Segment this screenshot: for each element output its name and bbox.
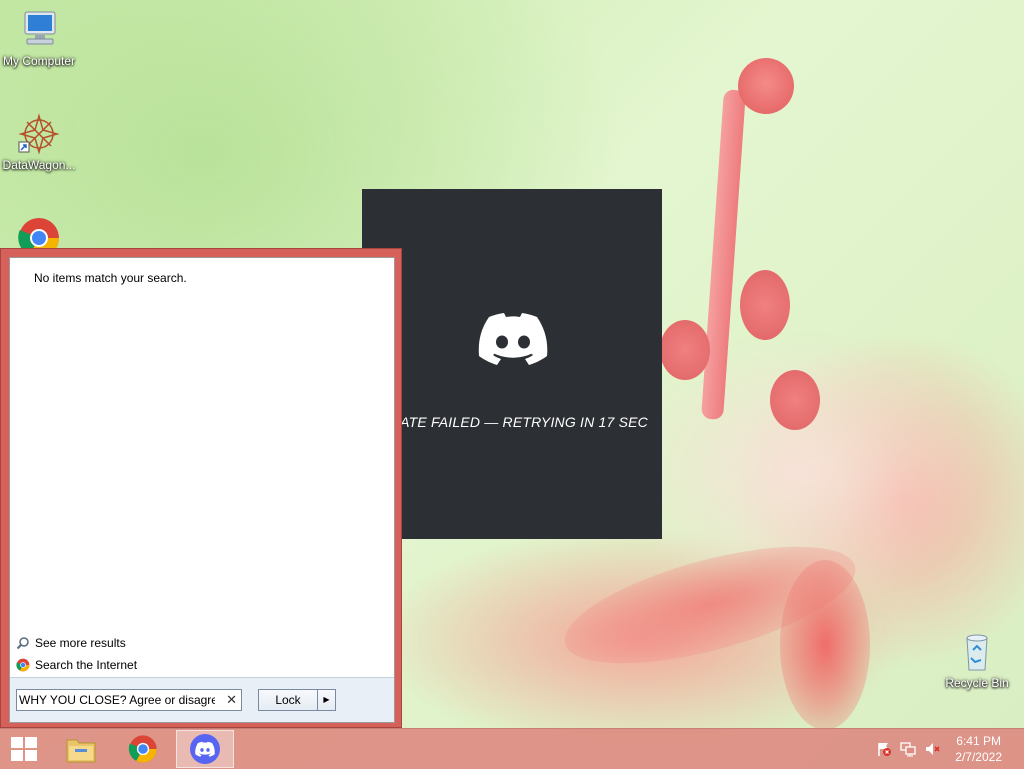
desktop-icon-label: My Computer — [2, 54, 76, 68]
flower-stem — [701, 89, 746, 420]
search-box: ✕ — [16, 689, 242, 711]
desktop-icon-recycle-bin[interactable]: Recycle Bin — [938, 630, 1016, 690]
no-results-message: No items match your search. — [34, 271, 187, 285]
flower-petal — [780, 560, 870, 730]
flower-stigma — [738, 58, 794, 114]
flower-petal — [770, 370, 820, 430]
flower-petal — [740, 270, 790, 340]
flower-petal — [660, 320, 710, 380]
windows-start-icon — [11, 737, 37, 761]
lock-button[interactable]: Lock — [259, 690, 318, 710]
clear-search-icon[interactable]: ✕ — [226, 692, 237, 708]
see-more-results-link[interactable]: See more results — [16, 636, 126, 650]
start-menu: No items match your search. See more res… — [0, 248, 402, 728]
start-menu-search-bar: ✕ Lock ▶ — [10, 677, 394, 722]
desktop-icon-label: Recycle Bin — [945, 676, 1009, 690]
search-internet-label: Search the Internet — [35, 658, 138, 672]
search-internet-link[interactable]: Search the Internet — [16, 658, 137, 672]
update-status-text: UPDATE FAILED — RETRYING IN 17 SEC — [369, 414, 648, 430]
chrome-icon — [128, 735, 157, 763]
chrome-icon — [16, 658, 30, 672]
discord-splash-window: UPDATE FAILED — RETRYING IN 17 SEC — [362, 189, 662, 539]
clock-date: 2/7/2022 — [955, 750, 1002, 764]
taskbar: 6:41 PM 2/7/2022 — [0, 728, 1024, 769]
system-tray: 6:41 PM 2/7/2022 — [864, 729, 1024, 769]
datawagon-icon — [17, 112, 61, 156]
action-center-flag-icon[interactable] — [876, 741, 892, 757]
discord-logo-icon — [478, 313, 548, 365]
start-menu-results-pane: No items match your search. See more res… — [9, 257, 395, 723]
taskbar-clock[interactable]: 6:41 PM 2/7/2022 — [955, 733, 1002, 765]
taskbar-chrome[interactable] — [114, 730, 172, 768]
network-icon[interactable] — [900, 741, 916, 757]
clock-time: 6:41 PM — [956, 734, 1001, 748]
taskbar-discord[interactable] — [176, 730, 234, 768]
volume-muted-icon[interactable] — [924, 741, 940, 757]
computer-icon — [17, 8, 61, 52]
desktop-icon-datawagon[interactable]: DataWagon... — [0, 112, 78, 172]
taskbar-file-explorer[interactable] — [52, 730, 110, 768]
file-explorer-icon — [66, 739, 96, 763]
recycle-bin-icon — [955, 630, 999, 674]
power-options-arrow-icon[interactable]: ▶ — [318, 690, 335, 710]
see-more-results-label: See more results — [35, 636, 126, 650]
lock-split-button: Lock ▶ — [258, 689, 336, 711]
start-button[interactable] — [0, 730, 48, 768]
desktop-icon-my-computer[interactable]: My Computer — [0, 8, 78, 68]
discord-icon — [190, 734, 220, 764]
search-icon — [16, 637, 29, 650]
desktop-icon-label: DataWagon... — [2, 158, 76, 172]
search-input[interactable] — [17, 690, 215, 710]
